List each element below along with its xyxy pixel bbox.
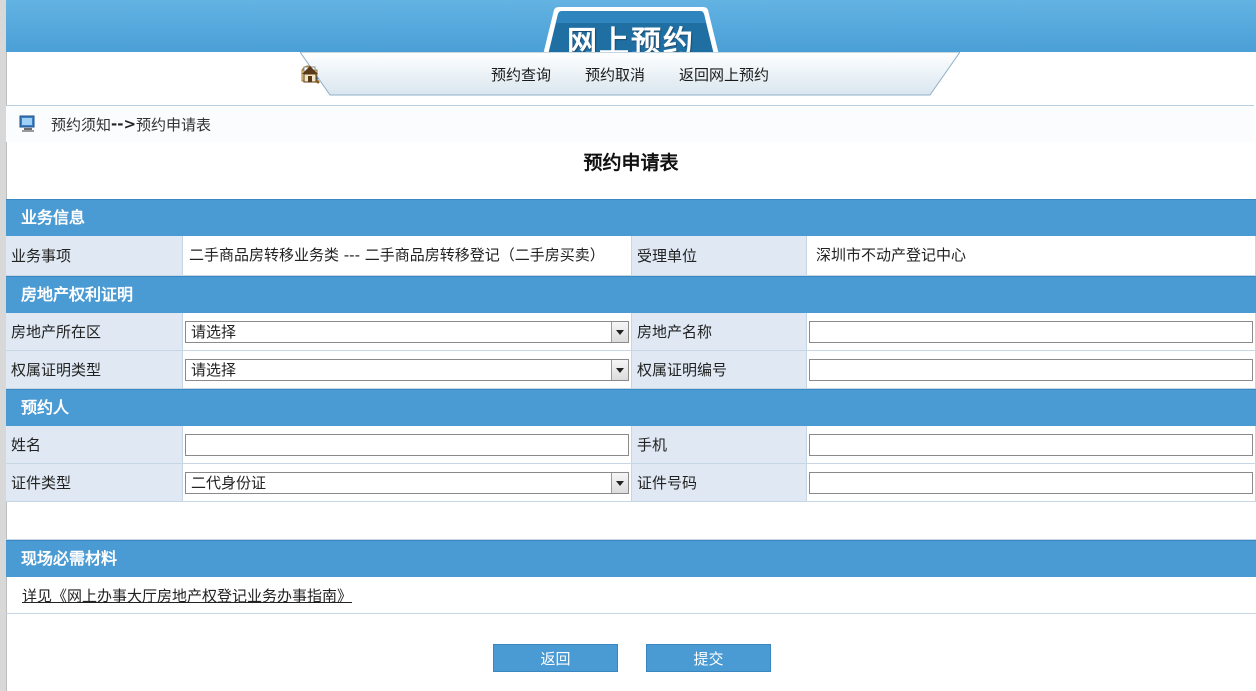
spacer-row: [6, 502, 1256, 540]
section-property-header: 房地产权利证明: [6, 276, 1256, 313]
id-type-label: 证件类型: [6, 464, 183, 501]
monitor-icon: [19, 115, 35, 132]
property-row-1: 房地产所在区 请选择 房地产名称: [6, 313, 1256, 351]
chevron-down-icon[interactable]: [611, 321, 628, 342]
id-no-label: 证件号码: [632, 464, 807, 501]
phone-label: 手机: [632, 426, 807, 463]
phone-input[interactable]: [809, 433, 1253, 456]
nav-query-link[interactable]: 预约查询: [301, 64, 551, 85]
home-icon: [302, 66, 318, 83]
phone-cell: [807, 426, 1256, 463]
breadcrumb: 预约须知 --> 预约申请表: [6, 105, 1254, 142]
cert-type-select[interactable]: 请选择: [185, 358, 629, 381]
business-row: 业务事项 二手商品房转移业务类 --- 二手商品房转移登记（二手房买卖） 受理单…: [6, 236, 1256, 276]
submit-button[interactable]: 提交: [646, 644, 771, 672]
nav-home-link[interactable]: 返回网上预约: [302, 64, 770, 85]
id-type-select-value: 二代身份证: [191, 473, 267, 492]
breadcrumb-separator: -->: [111, 115, 137, 133]
person-name-label: 姓名: [6, 426, 183, 463]
materials-row: 详见《网上办事大厅房地产权登记业务办事指南》: [6, 577, 1256, 614]
cert-no-input[interactable]: [809, 358, 1253, 381]
office-label: 受理单位: [632, 236, 807, 275]
nav-query-label: 预约查询: [490, 66, 551, 84]
person-name-cell: [183, 426, 632, 463]
id-no-input[interactable]: [809, 471, 1253, 494]
business-item-value: 二手商品房转移业务类 --- 二手商品房转移登记（二手房买卖）: [189, 246, 605, 264]
cert-type-label: 权属证明类型: [6, 351, 183, 388]
district-select-value: 请选择: [191, 322, 237, 341]
appointment-form: 业务信息 业务事项 二手商品房转移业务类 --- 二手商品房转移登记（二手房买卖…: [6, 199, 1256, 614]
cert-no-cell: [807, 351, 1256, 388]
materials-guide-link[interactable]: 详见《网上办事大厅房地产权登记业务办事指南》: [22, 585, 352, 606]
breadcrumb-parent[interactable]: 预约须知: [51, 114, 111, 135]
chevron-down-icon[interactable]: [611, 359, 628, 380]
nav-cancel-link[interactable]: 预约取消: [301, 64, 645, 85]
person-row-1: 姓名 手机: [6, 426, 1256, 464]
nav-home-label: 返回网上预约: [679, 66, 770, 84]
section-person-header: 预约人: [6, 389, 1256, 426]
section-materials-header: 现场必需材料: [6, 540, 1256, 577]
business-item-label: 业务事项: [6, 236, 183, 275]
district-label: 房地产所在区: [6, 313, 183, 350]
form-title: 预约申请表: [583, 152, 679, 174]
person-row-2: 证件类型 二代身份证 证件号码: [6, 464, 1256, 502]
id-type-cell: 二代身份证: [183, 464, 632, 501]
breadcrumb-current: 预约申请表: [136, 115, 212, 134]
cert-type-select-value: 请选择: [191, 360, 237, 379]
business-item-value-cell: 二手商品房转移业务类 --- 二手商品房转移登记（二手房买卖）: [183, 236, 632, 275]
cert-no-label: 权属证明编号: [632, 351, 807, 388]
property-name-label: 房地产名称: [632, 313, 807, 350]
chevron-down-icon[interactable]: [611, 472, 628, 493]
nav-bar: 预约查询 预约取消 返回网上预约: [300, 52, 960, 96]
id-type-select[interactable]: 二代身份证: [185, 471, 629, 494]
nav-cancel-label: 预约取消: [584, 66, 645, 84]
district-cell: 请选择: [183, 313, 632, 350]
property-name-cell: [807, 313, 1256, 350]
person-name-input[interactable]: [185, 433, 629, 456]
section-business-header: 业务信息: [6, 199, 1256, 236]
office-value: 深圳市不动产登记中心: [816, 246, 967, 264]
property-row-2: 权属证明类型 请选择 权属证明编号: [6, 351, 1256, 389]
id-no-cell: [807, 464, 1256, 501]
back-button[interactable]: 返回: [493, 644, 618, 672]
property-name-input[interactable]: [809, 320, 1253, 343]
office-value-cell: 深圳市不动产登记中心: [807, 236, 1256, 275]
cert-type-cell: 请选择: [183, 351, 632, 388]
district-select[interactable]: 请选择: [185, 320, 629, 343]
